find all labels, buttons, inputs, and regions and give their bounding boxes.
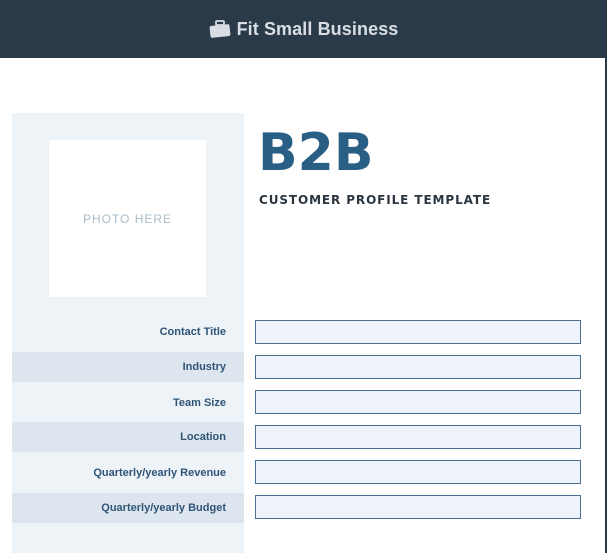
contact-title-field[interactable] — [255, 320, 581, 344]
briefcase-icon — [209, 20, 230, 38]
header-bar: Fit Small Business — [0, 0, 607, 58]
brand-name: Fit Small Business — [236, 18, 399, 39]
industry-field[interactable] — [255, 355, 581, 379]
page-subtitle: CUSTOMER PROFILE TEMPLATE — [259, 193, 492, 207]
budget-field[interactable] — [255, 495, 581, 519]
field-label-location: Location — [180, 431, 226, 443]
location-field[interactable] — [255, 425, 581, 449]
revenue-field[interactable] — [255, 460, 581, 484]
photo-placeholder[interactable]: PHOTO HERE — [49, 140, 206, 297]
page-title: B2B — [258, 123, 374, 183]
field-label-budget: Quarterly/yearly Budget — [101, 502, 226, 514]
field-label-contact-title: Contact Title — [159, 326, 226, 338]
team-size-field[interactable] — [255, 390, 581, 414]
photo-placeholder-text: PHOTO HERE — [82, 211, 173, 226]
brand-logo: Fit Small Business — [209, 19, 399, 40]
field-label-revenue: Quarterly/yearly Revenue — [93, 467, 226, 479]
field-label-team-size: Team Size — [173, 397, 226, 409]
field-label-industry: Industry — [182, 361, 226, 373]
